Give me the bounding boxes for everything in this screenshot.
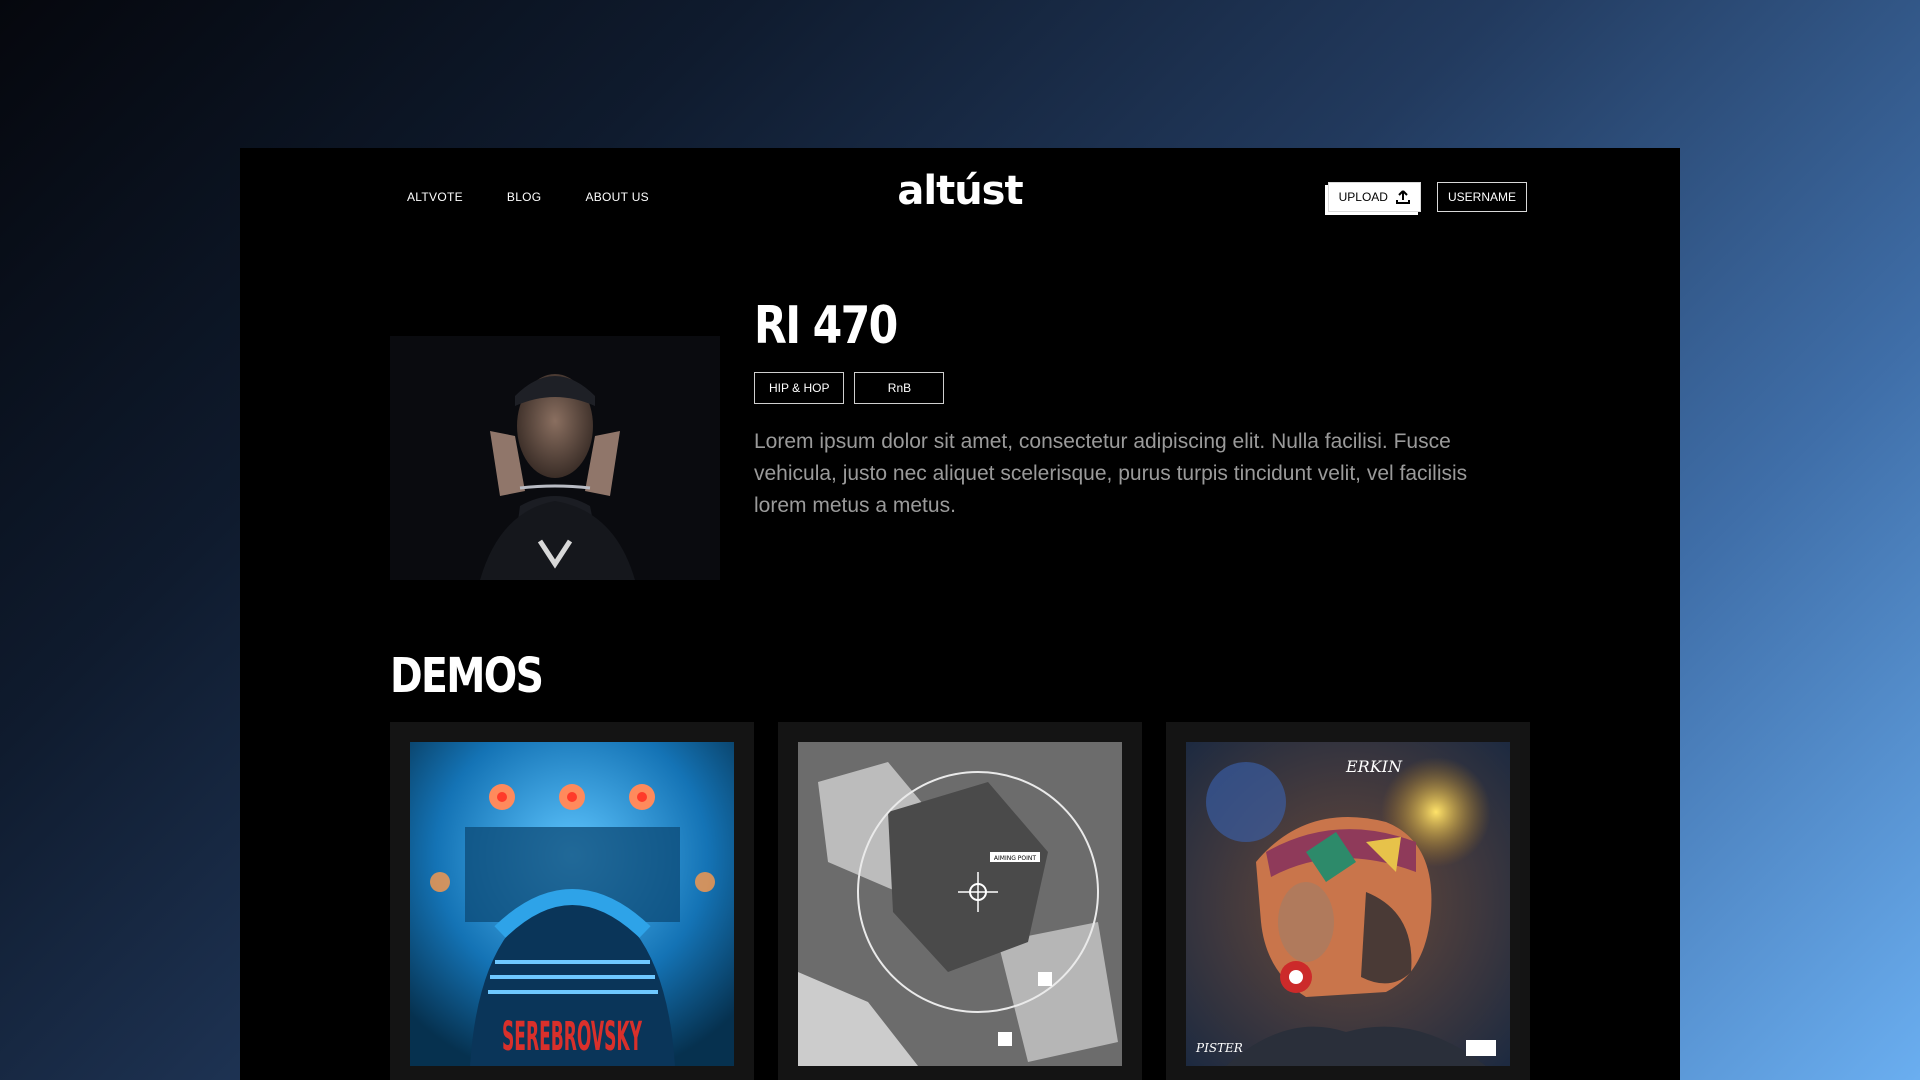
main-nav: ALTVOTE BLOG ABOUT US	[407, 190, 649, 204]
upload-icon	[1395, 190, 1410, 204]
artist-portrait-image	[390, 336, 720, 580]
artist-bio: Lorem ipsum dolor sit amet, consectetur …	[754, 430, 1468, 517]
demo-cover-title: SEREBROVSKY	[502, 1014, 642, 1060]
demos-heading: DEMOS	[390, 648, 544, 704]
header-actions: UPLOAD USERNAME	[1327, 182, 1527, 212]
artist-photo	[390, 336, 720, 580]
genre-tag-hip-hop[interactable]: HIP & HOP	[754, 372, 845, 404]
upload-button[interactable]: UPLOAD	[1327, 182, 1421, 212]
upload-button-label: UPLOAD	[1338, 190, 1388, 204]
demos-grid: SEREBROVSKY AIMING POINT ERKIN PISTER	[390, 722, 1530, 1080]
demo-cover-image: SEREBROVSKY	[410, 742, 734, 1066]
artist-info: RI 470 HIP & HOP RnB Lorem ipsum dolor s…	[754, 296, 1534, 543]
nav-link-blog[interactable]: BLOG	[507, 190, 542, 204]
artist-name: RI 470	[754, 296, 898, 356]
demo-cover-title: AIMING POINT	[994, 855, 1036, 862]
demo-cover-image: AIMING POINT	[798, 742, 1122, 1066]
nav-link-about-us[interactable]: ABOUT US	[585, 190, 649, 204]
demo-cover-artist: PISTER	[1195, 1041, 1243, 1055]
demo-card[interactable]: AIMING POINT	[778, 722, 1142, 1080]
demo-cover-image: ERKIN PISTER	[1186, 742, 1510, 1066]
nav-link-altvote[interactable]: ALTVOTE	[407, 190, 463, 204]
demo-card[interactable]: ERKIN PISTER	[1166, 722, 1530, 1080]
parental-advisory-label	[1466, 1040, 1496, 1056]
demo-cover-title: ERKIN	[1345, 757, 1403, 776]
demo-card[interactable]: SEREBROVSKY	[390, 722, 754, 1080]
top-navigation-bar: ALTVOTE BLOG ABOUT US altúst UPLOAD USER…	[240, 148, 1680, 248]
username-button[interactable]: USERNAME	[1436, 182, 1527, 212]
genre-tag-rnb[interactable]: RnB	[854, 372, 945, 404]
app-window: ALTVOTE BLOG ABOUT US altúst UPLOAD USER…	[240, 148, 1680, 1080]
genre-tags: HIP & HOP RnB	[754, 372, 1534, 404]
